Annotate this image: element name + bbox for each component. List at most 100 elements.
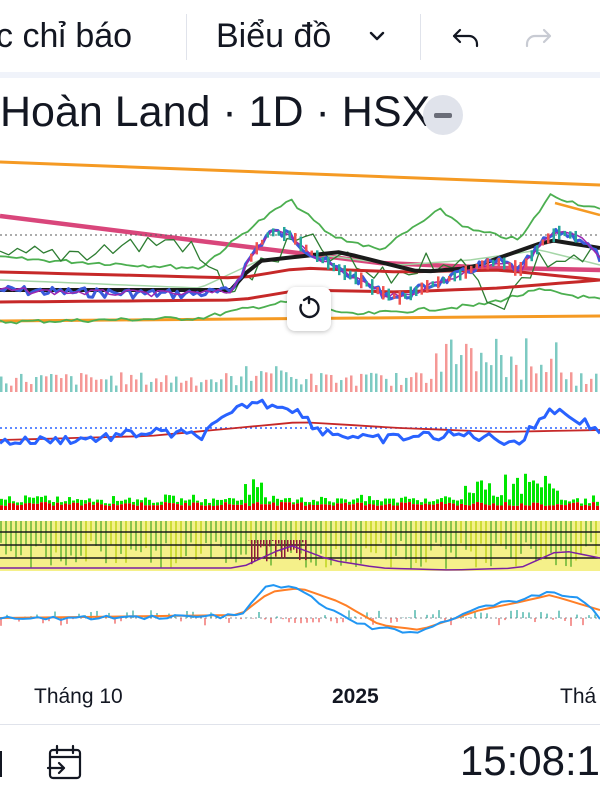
money-flow-bar bbox=[316, 505, 319, 510]
money-flow-bar bbox=[144, 505, 147, 510]
stochastic-bar bbox=[375, 521, 377, 553]
money-flow-bar bbox=[44, 502, 47, 510]
volume-bar bbox=[535, 373, 538, 392]
money-flow-bar bbox=[456, 506, 459, 510]
money-flow-bar bbox=[24, 503, 27, 510]
money-flow-bar bbox=[476, 502, 479, 510]
macd-histogram-bar bbox=[306, 618, 308, 623]
stochastic-bar bbox=[320, 521, 322, 554]
collapse-legend-button[interactable] bbox=[423, 95, 463, 135]
money-flow-bar bbox=[328, 505, 331, 510]
chart-type-button[interactable]: Biểu đồ bbox=[216, 16, 331, 56]
candle-bar bbox=[498, 258, 501, 266]
macd-histogram-bar bbox=[522, 612, 524, 618]
money-flow-bar bbox=[28, 497, 31, 503]
money-flow-bar bbox=[580, 506, 583, 510]
money-flow-bar bbox=[500, 495, 503, 505]
candle-bar bbox=[481, 260, 484, 269]
volume-bar bbox=[340, 380, 343, 392]
stochastic-bar bbox=[55, 521, 57, 552]
candle-bar bbox=[470, 266, 473, 274]
money-flow-bar bbox=[300, 497, 303, 502]
money-flow-bar bbox=[432, 501, 435, 505]
money-flow-bar bbox=[164, 495, 167, 503]
volume-bar bbox=[210, 379, 213, 392]
macd-histogram-bar bbox=[360, 618, 362, 619]
undo-icon[interactable] bbox=[451, 22, 481, 57]
money-flow-bar bbox=[200, 502, 203, 505]
channel-upper-line bbox=[0, 162, 600, 185]
money-flow-bar bbox=[292, 504, 295, 510]
money-flow-bar bbox=[368, 504, 371, 510]
volume-bar bbox=[275, 366, 278, 392]
money-flow-bar bbox=[376, 500, 379, 506]
money-flow-bar bbox=[192, 495, 195, 503]
reset-chart-button[interactable] bbox=[287, 287, 331, 331]
money-flow-bar bbox=[48, 503, 51, 510]
stochastic-bar bbox=[20, 521, 22, 555]
money-flow-bar bbox=[332, 502, 335, 505]
stochastic-bar bbox=[105, 521, 107, 563]
money-flow-bar bbox=[328, 501, 331, 504]
money-flow-bar bbox=[324, 498, 327, 504]
money-flow-bar bbox=[52, 506, 55, 510]
macd-histogram-bar bbox=[180, 618, 182, 621]
stochastic-bar bbox=[500, 521, 502, 546]
stochastic-bar bbox=[155, 521, 157, 551]
volume-bar bbox=[230, 376, 233, 392]
stochastic-bar bbox=[510, 521, 512, 559]
money-flow-bar bbox=[292, 502, 295, 504]
money-flow-bar bbox=[308, 505, 311, 510]
candle-bar bbox=[437, 276, 440, 288]
money-flow-bar bbox=[140, 502, 143, 510]
money-flow-bar bbox=[352, 500, 355, 505]
volume-bar bbox=[470, 348, 473, 392]
money-flow-bar bbox=[492, 496, 495, 504]
money-flow-bar bbox=[288, 498, 291, 502]
candle-bar bbox=[399, 291, 402, 305]
money-flow-bar bbox=[284, 498, 287, 502]
money-flow-bar bbox=[444, 504, 447, 510]
stochastic-bar bbox=[287, 540, 289, 552]
stochastic-bar bbox=[440, 521, 442, 547]
money-flow-bar bbox=[36, 496, 39, 504]
stochastic-bar bbox=[15, 521, 17, 557]
stochastic-bar bbox=[263, 540, 265, 546]
money-flow-bar bbox=[276, 506, 279, 510]
volume-bar bbox=[45, 376, 48, 392]
candle-bar bbox=[393, 294, 396, 299]
money-flow-bar bbox=[492, 503, 495, 510]
chevron-down-icon[interactable] bbox=[369, 22, 385, 58]
candle-bar bbox=[371, 279, 374, 295]
money-flow-bar bbox=[216, 505, 219, 510]
volume-bar bbox=[350, 375, 353, 392]
symbol-title[interactable]: Hoàn Land · 1D · HSX bbox=[0, 86, 430, 138]
volume-bar bbox=[235, 385, 238, 392]
volume-bar bbox=[560, 373, 563, 392]
volume-bar bbox=[505, 377, 508, 392]
money-flow-bar bbox=[436, 504, 439, 510]
macd-histogram-bar bbox=[534, 618, 536, 622]
money-flow-bar bbox=[184, 500, 187, 502]
macd-histogram-bar bbox=[480, 613, 482, 618]
volume-bar bbox=[585, 384, 588, 392]
chart-canvas[interactable] bbox=[0, 140, 600, 680]
stochastic-bar bbox=[575, 521, 577, 561]
volume-bar bbox=[390, 386, 393, 392]
money-flow-bar bbox=[20, 502, 23, 505]
money-flow-bar bbox=[52, 502, 55, 506]
volume-bar bbox=[225, 373, 228, 392]
money-flow-bar bbox=[260, 504, 263, 510]
indicators-button[interactable]: c chỉ báo bbox=[0, 16, 132, 56]
money-flow-bar bbox=[484, 504, 487, 510]
toolbar-divider bbox=[420, 14, 421, 60]
stochastic-bar bbox=[185, 521, 187, 556]
money-flow-bar bbox=[320, 497, 323, 504]
candle-bar bbox=[575, 231, 578, 243]
money-flow-bar bbox=[404, 497, 407, 503]
macd-histogram-bar bbox=[426, 615, 428, 618]
volume-bar bbox=[160, 382, 163, 392]
calendar-goto-icon[interactable] bbox=[46, 743, 86, 788]
redo-icon[interactable] bbox=[523, 22, 553, 57]
money-flow-bar bbox=[152, 505, 155, 510]
